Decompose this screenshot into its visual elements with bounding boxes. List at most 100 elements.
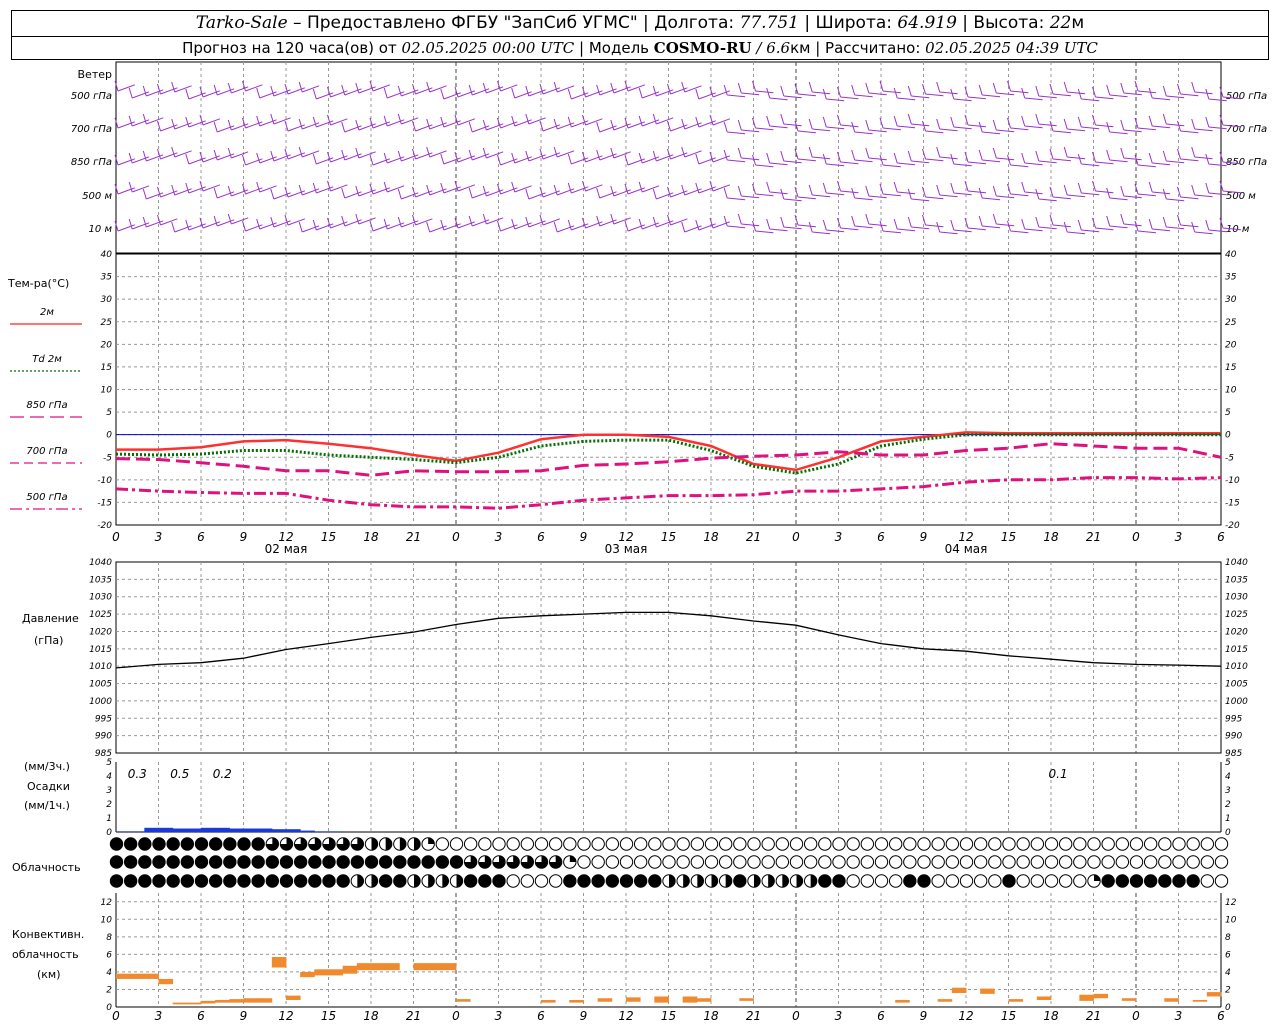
conv-xtick: 6 [1217,1009,1225,1023]
cloud-cover-fill [336,874,350,888]
cloud-cover-fill [1094,874,1101,881]
cloud-cover-symbol [959,874,974,888]
wind-barb [242,183,263,195]
wind-barb [978,187,1001,201]
wind-barb [397,113,419,125]
wind-barb [157,214,178,226]
wind-barb [270,85,291,97]
wind-barb [256,87,277,99]
cloud-cover-symbol [775,837,790,851]
wind-barb [596,215,617,227]
wind-barb [242,154,263,166]
wind-barb [596,149,617,161]
wind-barb [199,151,221,163]
wind-barb [369,220,391,232]
wind-barb [482,82,504,94]
cloud-cover-fill [152,874,166,888]
wind-barb [737,185,760,199]
cloud-cover-symbol [1186,837,1200,851]
wind-barb [723,84,746,98]
wind-barb [369,183,391,195]
legend-label: 700 гПа [26,446,67,457]
precip-ytick-right: 4 [1225,772,1231,782]
cloud-cover-fill [294,855,307,869]
cloud-cover-symbol [690,855,705,869]
precip-bar [116,831,131,832]
temp-xtick: 15 [661,530,676,544]
wind-barb [114,80,136,92]
cloud-cover-symbol [619,837,634,851]
cloud-cover-symbol [988,837,1002,851]
wind-barb [171,146,192,158]
wind-barb [582,151,603,163]
cloud-cover-fill [294,874,307,888]
wind-barb [879,183,901,197]
temp-ytick-right: -10 [1225,476,1240,486]
wind-barb [978,121,1001,135]
cloud-cover-fill [371,874,378,888]
wind-barb [1007,117,1029,131]
wind-barb [426,146,447,158]
conv-xtick: 3 [835,1009,843,1023]
cloud-cover-fill [110,837,123,851]
wind-barb [468,215,490,227]
conv-ytick-right: 8 [1225,933,1231,943]
legend-label: Td 2м [32,354,62,365]
cloud-cover-symbol [1044,855,1059,869]
wind-barb [426,81,447,93]
cloud-cover-symbol [633,837,648,851]
cloud-cover-fill [563,874,577,888]
temp-xtick: 0 [452,530,460,544]
wind-barb [582,217,603,229]
cloud-cover-fill [428,874,435,888]
wind-barb [426,184,447,196]
press-ytick-left: 1010 [89,662,112,672]
wind-barb [624,183,646,195]
wind-barb [922,148,944,162]
temp-xtick: 21 [1086,530,1101,544]
wind-barb [681,118,702,130]
wind-barb [851,187,873,201]
wind-barb [468,187,490,199]
wind-barb [553,221,575,233]
wind-barb [695,88,716,100]
cloud-cover-fill [138,855,152,869]
wind-barb [1077,153,1100,167]
cloud-cover-fill [1101,874,1115,888]
cloud-cover-fill [669,874,676,888]
cloud-cover-symbol [917,837,931,851]
wind-barb [1205,88,1227,102]
wind-barb [837,180,859,194]
temp-ytick-right: -5 [1225,453,1234,463]
precip-bar [215,827,230,832]
precipitation-panel: 0 0 1 1 2 2 3 3 4 4 5 5 (мм/3ч.) Осадки (мм/1ч.) 0.3 0.5… [24,758,1231,838]
cloud-cover-fill [152,837,166,851]
wind-barb [1092,217,1114,231]
cloud-cover-symbol [1129,837,1144,851]
conv-bar [1121,998,1137,1001]
wind-barb [511,218,532,230]
wind-barb [227,213,249,225]
wind-barb [440,182,461,194]
wind-barb [341,84,362,96]
conv-ytick-right: 2 [1225,985,1231,995]
wind-barb [837,86,859,100]
wind-barb [822,219,845,233]
cloud-cover-fill [266,874,279,888]
cloud-cover-symbol [860,855,875,869]
wind-barb [1063,146,1086,160]
temp-xtick: 18 [703,530,719,544]
wind-barb [539,148,561,160]
wind-barb [723,215,746,229]
wind-barb [185,116,206,128]
wind-barb [1063,221,1086,235]
wind-barb [652,85,674,97]
conv-bar [541,999,556,1003]
cloud-cover-symbol [860,874,875,888]
wind-barb [468,121,490,133]
wind-barb [709,114,731,126]
wind-barb [752,183,774,197]
cloud-cover-symbol [718,837,733,851]
wind-barb [638,115,660,127]
wind-barb [1177,120,1199,134]
